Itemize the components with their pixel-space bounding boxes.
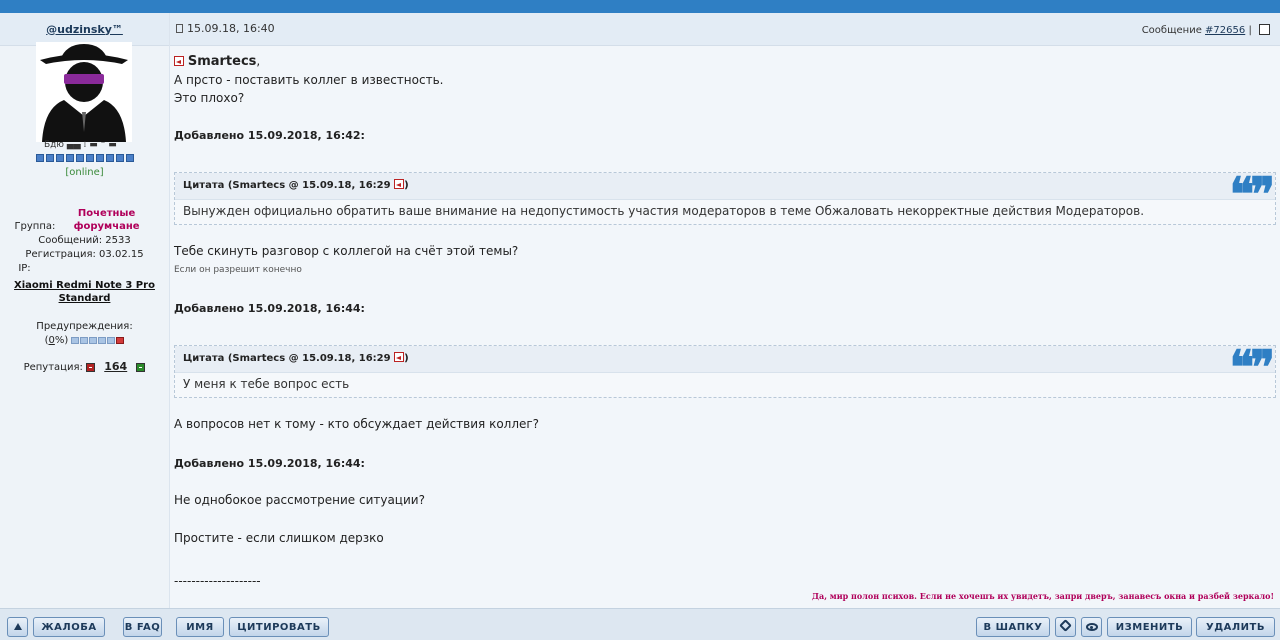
posts-info: Сообщений: 2533 — [0, 234, 169, 247]
reg-info: Регистрация: 03.02.15 — [0, 248, 169, 261]
quote-header-close: ) — [404, 353, 409, 364]
rank-pip — [46, 154, 54, 162]
text-line: Тебе скинуть разговор с коллегой на счёт… — [174, 244, 519, 258]
posts-label: Сообщений: — [38, 235, 103, 246]
message-label: Сообщение — [1141, 25, 1202, 36]
quote-mark-icon: ❝❞ — [1229, 340, 1274, 394]
eye-icon — [1086, 623, 1098, 631]
quote-button[interactable]: ЦИТИРОВАТЬ — [229, 617, 329, 637]
view-button[interactable] — [1081, 617, 1102, 637]
faq-button[interactable]: В FAQ — [123, 617, 162, 637]
quote-block: Цитата (Smartecs @ 15.09.18, 16:29 ) У м… — [174, 340, 1276, 398]
rank-indicator — [36, 154, 134, 162]
group-value: Почетные форумчане — [73, 208, 140, 232]
text-line: А вопросов нет к тому - кто обсуждает де… — [174, 417, 540, 431]
quote-body: У меня к тебе вопрос есть — [183, 377, 350, 391]
added-timestamp: Добавлено 15.09.2018, 16:44: — [174, 457, 365, 470]
post-date: 15.09.18, 16:40 — [176, 22, 275, 35]
small-text: Если он разрешит конечно — [174, 265, 302, 275]
reg-value: 03.02.15 — [99, 249, 144, 260]
warn-pip — [107, 336, 116, 344]
signature: Да, мир полон психов. Если не хочешъ их … — [811, 591, 1274, 601]
addressee-suffix: , — [256, 54, 261, 68]
rank-pip — [36, 154, 44, 162]
reputation-info: Репутация: 164 — [0, 360, 169, 373]
name-button[interactable]: ИМЯ — [176, 617, 224, 637]
text-line: Это плохо? — [174, 91, 245, 105]
quote-header: Цитата (Smartecs @ 15.09.18, 16:29 ) — [175, 173, 1275, 200]
signature-separator: -------------------- — [174, 574, 261, 588]
quote-header: Цитата (Smartecs @ 15.09.18, 16:29 ) — [175, 346, 1275, 373]
avatar[interactable] — [36, 42, 132, 142]
scroll-top-button[interactable] — [7, 617, 28, 637]
rank-pip — [96, 154, 104, 162]
select-post-checkbox[interactable] — [1259, 24, 1270, 35]
top-bar — [0, 0, 1280, 13]
message-number-link[interactable]: #72656 — [1205, 25, 1245, 36]
group-label: Группа: — [14, 221, 56, 232]
avatar-caption: Бдю ▄▄ ⁞ ▬ ⁻ ▬ — [44, 140, 117, 150]
reg-label: Регистрация: — [25, 249, 96, 260]
device-info: Xiaomi Redmi Note 3 Pro Standard — [0, 279, 169, 305]
document-icon — [176, 24, 183, 33]
text-line: А прсто - поставить коллег в известность… — [174, 73, 444, 87]
rank-pip — [126, 154, 134, 162]
warn-pip-red — [116, 336, 125, 344]
rank-pip — [56, 154, 64, 162]
complaint-button[interactable]: ЖАЛОБА — [33, 617, 105, 637]
ip-label: IP: — [18, 263, 31, 274]
posts-value: 2533 — [105, 235, 131, 246]
to-header-button[interactable]: В ШАПКУ — [976, 617, 1050, 637]
reputation-label: Репутация: — [23, 362, 83, 373]
text-line: Простите - если слишком дерзко — [174, 531, 384, 545]
message-number: Сообщение #72656 | — [1142, 24, 1270, 36]
device-link[interactable]: Xiaomi Redmi Note 3 Pro Standard — [10, 279, 160, 305]
text-line: Не однобокое рассмотрение ситуации? — [174, 493, 425, 507]
post-date-text: 15.09.18, 16:40 — [187, 22, 275, 35]
rank-pip — [106, 154, 114, 162]
warn-pip — [80, 336, 89, 344]
addressee-line: Smartecs, — [174, 52, 260, 71]
quote-body: Вынужден официально обратить ваше вниман… — [183, 204, 1145, 218]
warn-pip — [89, 336, 98, 344]
quote-block: Цитата (Smartecs @ 15.09.18, 16:29 ) Вын… — [174, 167, 1276, 225]
group-info: Группа: Почетные форумчане — [0, 207, 169, 233]
warnings-info: (0%) — [0, 334, 169, 347]
reputation-value[interactable]: 164 — [104, 360, 127, 373]
quote-link-icon[interactable] — [394, 352, 405, 362]
online-status: [online] — [65, 167, 104, 178]
rank-pip — [66, 154, 74, 162]
arrow-up-icon — [14, 623, 22, 630]
pin-icon — [1059, 619, 1072, 632]
delete-button[interactable]: УДАЛИТЬ — [1196, 617, 1275, 637]
warn-pip — [98, 336, 107, 344]
quote-header-text: Цитата (Smartecs @ 15.09.18, 16:29 — [183, 180, 391, 191]
warnings-label: Предупреждения: — [36, 321, 133, 332]
warn-pip — [71, 336, 80, 344]
rank-pip — [76, 154, 84, 162]
rank-pip — [86, 154, 94, 162]
post-header: 15.09.18, 16:40 Сообщение #72656 | — [170, 13, 1280, 46]
added-timestamp: Добавлено 15.09.2018, 16:44: — [174, 302, 365, 315]
quote-header-text: Цитата (Smartecs @ 15.09.18, 16:29 — [183, 353, 391, 364]
message-separator: | — [1248, 25, 1252, 36]
author-nick-link[interactable]: @udzinsky™ — [46, 23, 123, 36]
pin-button[interactable] — [1055, 617, 1076, 637]
back-arrow-icon[interactable] — [174, 56, 184, 66]
reputation-minus-button[interactable] — [86, 362, 96, 372]
warnings-bar — [71, 336, 125, 344]
quote-mark-icon: ❝❞ — [1229, 167, 1274, 221]
edit-button[interactable]: ИЗМЕНИТЬ — [1107, 617, 1192, 637]
addressee-name[interactable]: Smartecs — [188, 54, 257, 69]
reputation-plus-button[interactable] — [136, 362, 146, 372]
rank-pip — [116, 154, 124, 162]
added-timestamp: Добавлено 15.09.2018, 16:42: — [174, 129, 365, 142]
ip-info: IP: — [0, 262, 109, 275]
quote-link-icon[interactable] — [394, 179, 405, 189]
warnings-pct-suffix: %) — [54, 335, 69, 346]
action-bar: ЖАЛОБА В FAQ ИМЯ ЦИТИРОВАТЬ В ШАПКУ ИЗМЕ… — [0, 608, 1280, 640]
quote-header-close: ) — [404, 180, 409, 191]
